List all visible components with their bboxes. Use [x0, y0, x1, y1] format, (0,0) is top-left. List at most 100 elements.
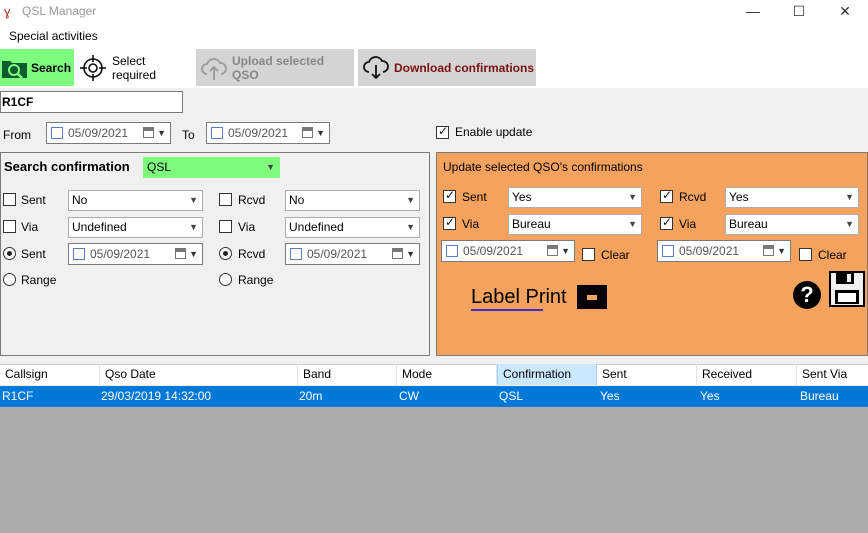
column-header-callsign[interactable]: Callsign: [0, 364, 100, 385]
calendar-icon: [143, 127, 154, 138]
menu-special-activities[interactable]: Special activities: [9, 28, 98, 44]
to-label: To: [182, 128, 195, 142]
search-via-rcvd-checkbox[interactable]: [219, 220, 232, 233]
search-panel-title: Search confirmation: [4, 159, 130, 174]
update-via-sent-label: Via: [462, 217, 480, 231]
download-confirmations-button[interactable]: Download confirmations: [358, 49, 536, 86]
label-print-link[interactable]: Label Print: [471, 285, 567, 309]
update-rcvd-clear-checkbox[interactable]: [799, 248, 812, 261]
column-header-qso-date[interactable]: Qso Date: [100, 364, 298, 385]
confirmation-type-select[interactable]: QSL ▼: [143, 157, 280, 178]
calendar-icon: [547, 245, 558, 256]
update-via-sent-value: Bureau: [512, 217, 551, 231]
from-label: From: [3, 128, 31, 142]
folder-search-icon: [2, 60, 27, 79]
update-sent-select[interactable]: Yes ▼: [508, 187, 642, 208]
update-sent-checkbox[interactable]: [443, 188, 456, 203]
search-rcvd-select[interactable]: No ▼: [285, 190, 420, 211]
to-date-value: 05/09/2021: [228, 126, 289, 140]
callsign-input[interactable]: R1CF: [0, 91, 183, 113]
minimize-button[interactable]: —: [730, 0, 776, 24]
search-rcvd-range-label: Range: [238, 273, 274, 287]
save-icon[interactable]: [829, 271, 865, 307]
search-sent-checkbox[interactable]: [3, 193, 16, 206]
to-date-checkbox[interactable]: [211, 127, 223, 139]
update-via-sent-checkbox[interactable]: [443, 215, 456, 230]
calendar-icon: [302, 127, 313, 138]
column-header-band[interactable]: Band: [298, 364, 397, 385]
update-rcvd-clear-label: Clear: [818, 248, 847, 262]
update-sent-date-value: 05/09/2021: [463, 244, 524, 258]
update-sent-label: Sent: [462, 190, 487, 204]
label-print-underline: [471, 309, 543, 311]
label-print-icon[interactable]: [577, 285, 607, 309]
upload-selected-qso-button[interactable]: Upload selected QSO: [196, 49, 354, 86]
chevron-down-icon: ▼: [316, 128, 325, 138]
search-sent-date-picker[interactable]: 05/09/2021 ▼: [68, 243, 203, 265]
chevron-down-icon: ▼: [777, 246, 786, 256]
search-rcvd-date-value: 05/09/2021: [307, 247, 368, 261]
update-rcvd-date-checkbox[interactable]: [662, 245, 674, 257]
window-title: QSL Manager: [22, 4, 97, 18]
select-required-button[interactable]: Select required: [78, 49, 192, 86]
calendar-icon: [392, 248, 403, 259]
close-button[interactable]: ✕: [822, 0, 868, 24]
chevron-down-icon: ▼: [628, 192, 637, 202]
search-sent-date-radio[interactable]: [3, 247, 16, 260]
from-date-picker[interactable]: 05/09/2021 ▼: [46, 122, 171, 144]
confirmation-type-value: QSL: [147, 160, 172, 174]
from-date-value: 05/09/2021: [68, 126, 129, 140]
update-via-sent-select[interactable]: Bureau ▼: [508, 214, 642, 235]
cell-received: Yes: [700, 389, 720, 403]
update-rcvd-checkbox[interactable]: [660, 188, 673, 203]
update-via-rcvd-select[interactable]: Bureau ▼: [725, 214, 859, 235]
search-button[interactable]: Search: [0, 49, 74, 86]
search-rcvd-range-radio[interactable]: [219, 273, 232, 286]
update-sent-date-picker[interactable]: 05/09/2021 ▼: [441, 240, 575, 262]
column-header-confirmation[interactable]: Confirmation: [497, 364, 597, 385]
search-rcvd-date-checkbox[interactable]: [290, 248, 302, 260]
chevron-down-icon: ▼: [406, 195, 415, 205]
from-date-checkbox[interactable]: [51, 127, 63, 139]
chevron-down-icon: ▼: [845, 219, 854, 229]
search-via-sent-select[interactable]: Undefined ▼: [68, 217, 203, 238]
search-rcvd-checkbox[interactable]: [219, 193, 232, 206]
search-via-rcvd-select[interactable]: Undefined ▼: [285, 217, 420, 238]
cell-mode: CW: [399, 389, 419, 403]
column-header-mode[interactable]: Mode: [397, 364, 497, 385]
update-rcvd-value: Yes: [729, 190, 749, 204]
menu-bar: [0, 24, 868, 46]
update-sent-date-checkbox[interactable]: [446, 245, 458, 257]
search-via-rcvd-value: Undefined: [289, 220, 344, 234]
search-rcvd-date-radio[interactable]: [219, 247, 232, 260]
update-rcvd-select[interactable]: Yes ▼: [725, 187, 859, 208]
search-sent-select[interactable]: No ▼: [68, 190, 203, 211]
update-via-rcvd-checkbox[interactable]: [660, 215, 673, 230]
maximize-button[interactable]: ☐: [776, 0, 822, 24]
enable-update-checkbox[interactable]: [436, 124, 449, 139]
to-date-picker[interactable]: 05/09/2021 ▼: [206, 122, 330, 144]
search-sent-range-label: Range: [21, 273, 57, 287]
search-button-label: Search: [31, 60, 72, 75]
cell-confirmation: QSL: [499, 389, 524, 403]
help-icon[interactable]: ?: [793, 281, 821, 309]
chevron-down-icon: ▼: [628, 219, 637, 229]
column-header-received[interactable]: Received: [697, 364, 797, 385]
calendar-icon: [175, 248, 186, 259]
search-rcvd-date-picker[interactable]: 05/09/2021 ▼: [285, 243, 420, 265]
column-header-sent-via[interactable]: Sent Via: [797, 364, 868, 385]
cell-qso-date: 29/03/2019 14:32:00: [101, 389, 212, 403]
search-sent-date-checkbox[interactable]: [73, 248, 85, 260]
download-confirmations-label: Download confirmations: [394, 60, 535, 75]
cell-sent-via: Bureau: [800, 389, 839, 403]
update-sent-clear-checkbox[interactable]: [582, 248, 595, 261]
upload-selected-qso-label: Upload selected QSO: [232, 53, 325, 82]
chevron-down-icon: ▼: [189, 222, 198, 232]
search-via-sent-value: Undefined: [72, 220, 127, 234]
column-header-sent[interactable]: Sent: [597, 364, 697, 385]
chevron-down-icon: ▼: [845, 192, 854, 202]
cell-sent: Yes: [600, 389, 620, 403]
update-rcvd-date-picker[interactable]: 05/09/2021 ▼: [657, 240, 791, 262]
search-sent-range-radio[interactable]: [3, 273, 16, 286]
search-via-sent-checkbox[interactable]: [3, 220, 16, 233]
